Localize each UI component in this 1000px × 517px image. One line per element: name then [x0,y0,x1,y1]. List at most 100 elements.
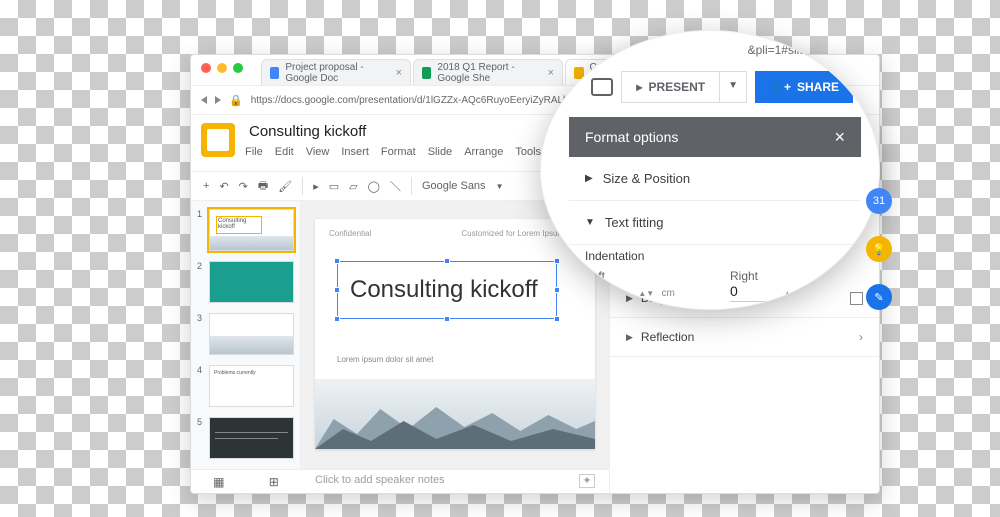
resize-handle[interactable] [334,258,340,264]
slide-thumb-1[interactable]: Consultingkickoff [209,209,294,251]
section-label: Size & Position [603,171,690,186]
title-textbox[interactable]: Consulting kickoff [337,261,557,319]
zoom-format-header: Format options × [569,117,861,157]
slides-logo-icon[interactable] [201,123,235,157]
thumb-number: 4 [197,365,205,407]
reflection-section[interactable]: ▶ Reflection › [610,318,879,357]
section-label: Text fitting [605,215,664,230]
resize-handle[interactable] [444,258,450,264]
sheets-favicon-icon [422,67,431,79]
slide-thumbnail-panel: 1 Consultingkickoff 2 3 4 Problems curre… [191,201,301,469]
undo-icon[interactable]: ↶ [219,180,228,193]
print-icon[interactable]: 🖶 [258,177,268,196]
zoom-bubble: &pli=1#slide=id.p ▸ PRESENT ▼ 👤+ SHARE F… [540,30,880,310]
reflection-checkbox[interactable] [832,331,845,344]
right-label: Right [730,269,845,283]
close-window-icon[interactable] [201,63,211,73]
menu-arrange[interactable]: Arrange [464,146,503,158]
shape-icon[interactable]: ◯ [368,180,380,193]
indentation-label: Indentation [585,249,644,263]
textbox-icon[interactable]: ▭ [329,180,339,193]
slide-subtitle[interactable]: Lorem ipsum dolor sit amet [337,355,433,364]
window-controls [201,63,243,73]
unit: cm [807,288,820,299]
chevron-down-icon: ▼ [585,217,595,228]
filmstrip-view-icon[interactable]: ▦ [213,475,224,489]
indent-right-input[interactable]: 0 [730,283,776,302]
calendar-chip-icon[interactable]: 31 [866,188,892,214]
slide-thumb-3[interactable] [209,313,294,355]
side-panel-chips: 31 💡 ✎ [866,188,1000,310]
size-position-section[interactable]: ▶ Size & Position [569,157,861,201]
chevron-right-icon: ▶ [585,173,593,184]
chevron-down-icon[interactable]: ▼ [496,182,504,191]
text-fitting-section[interactable]: ▼ Text fitting [569,201,861,245]
redo-icon[interactable]: ↷ [239,180,248,193]
stepper-icon[interactable]: ▲▼ [638,292,654,297]
keep-chip-icon[interactable]: 💡 [866,236,892,262]
separator [411,177,412,195]
close-icon[interactable]: × [834,127,845,148]
zoom-top-buttons: ▸ PRESENT ▼ 👤+ SHARE [541,71,879,103]
menu-insert[interactable]: Insert [341,146,369,158]
resize-handle[interactable] [334,316,340,322]
thumb-number: 1 [197,209,205,251]
present-button[interactable]: ▸ PRESENT [621,71,720,103]
resize-handle[interactable] [444,316,450,322]
menu-file[interactable]: File [245,146,263,158]
slide-thumb-2[interactable] [209,261,294,303]
tab-label: 2018 Q1 Report - Google She [437,62,541,84]
tasks-chip-icon[interactable]: ✎ [866,284,892,310]
section-label: Reflection [641,330,694,344]
thumb-number: 5 [197,417,205,459]
chevron-right-icon: ▶ [626,332,633,343]
present-dropdown[interactable]: ▼ [720,71,747,103]
tab-docs[interactable]: Project proposal - Google Doc × [261,59,411,85]
new-slide-icon[interactable]: + [203,180,209,192]
image-icon[interactable]: ▱ [349,180,357,193]
indent-left-input[interactable]: 0 [585,283,631,302]
format-options-title: Format options [585,129,678,145]
share-label: SHARE [797,80,839,94]
play-icon: ▸ [636,80,642,94]
cursor-icon[interactable]: ▸ [313,180,319,193]
header-left: Confidential [329,229,371,238]
zoom-indent-row: Left 0 ▲▼ cm Right 0 ▲▼ cm [585,269,845,302]
paint-format-icon[interactable]: 🖌 [278,180,292,193]
notes-placeholder: Click to add speaker notes [315,474,445,486]
menu-edit[interactable]: Edit [275,146,294,158]
menu-tools[interactable]: Tools [515,146,541,158]
chevron-right-icon[interactable]: › [859,330,863,344]
menu-view[interactable]: View [306,146,330,158]
slide-thumb-4[interactable]: Problems currently [209,365,294,407]
slide-thumb-5[interactable] [209,417,294,459]
thumb-number: 3 [197,313,205,355]
maximize-window-icon[interactable] [233,63,243,73]
present-label: PRESENT [648,80,705,94]
slide-title-text[interactable]: Consulting kickoff [350,276,544,304]
line-icon[interactable]: ＼ [390,178,401,194]
mountain-image [315,379,595,449]
zoom-url-fragment: &pli=1#slide=id.p [748,43,839,57]
view-mode-bar: ▦ ⊞ [191,469,301,493]
close-icon[interactable]: × [396,67,402,79]
back-icon[interactable] [201,96,207,104]
tab-label: Project proposal - Google Doc [285,62,389,84]
font-selector[interactable]: Google Sans [422,180,486,192]
menu-format[interactable]: Format [381,146,416,158]
stepper-icon[interactable]: ▲▼ [783,292,799,297]
resize-handle[interactable] [334,287,340,293]
comments-icon[interactable] [591,78,613,96]
share-button[interactable]: 👤+ SHARE [755,71,853,103]
resize-handle[interactable] [554,316,560,322]
minimize-window-icon[interactable] [217,63,227,73]
grid-view-icon[interactable]: ⊞ [269,475,279,489]
forward-icon[interactable] [215,96,221,104]
menu-slide[interactable]: Slide [428,146,452,158]
speaker-notes[interactable]: Click to add speaker notes ✦ [301,469,609,493]
left-label: Left [585,269,700,283]
thumb-number: 2 [197,261,205,303]
person-add-icon: 👤+ [769,80,791,94]
explore-button[interactable]: ✦ [579,474,595,488]
docs-favicon-icon [270,67,279,79]
